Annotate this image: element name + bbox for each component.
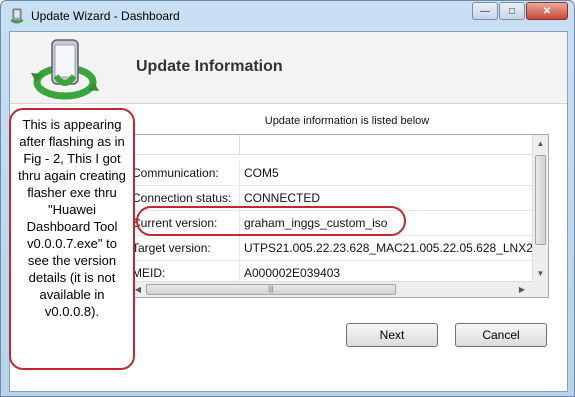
current-version-highlight xyxy=(136,206,406,236)
header-band xyxy=(10,32,567,104)
list-item-target-version[interactable]: Target version: UTPS21.005.22.23.628_MAC… xyxy=(130,236,548,261)
horizontal-scrollbar[interactable]: ◀ ||| ▶ xyxy=(130,281,548,297)
minimize-icon[interactable]: — xyxy=(472,2,498,20)
row-label: Communication: xyxy=(132,161,240,185)
cancel-button[interactable]: Cancel xyxy=(455,323,547,347)
next-button[interactable]: Next xyxy=(346,323,438,347)
row-value: UTPS21.005.22.23.628_MAC21.005.22.05.628… xyxy=(244,241,549,255)
phone-refresh-icon xyxy=(31,39,99,100)
scroll-up-icon[interactable]: ▲ xyxy=(533,135,548,151)
vertical-scroll-thumb[interactable] xyxy=(535,155,546,245)
scroll-corner xyxy=(532,281,548,297)
annotation-callout: This is appearing after flashing as in F… xyxy=(9,108,135,370)
scroll-right-icon[interactable]: ▶ xyxy=(514,282,530,297)
scroll-down-icon[interactable]: ▼ xyxy=(533,265,548,281)
group-caption: Update information is listed below xyxy=(264,115,430,127)
page-title: Update Information xyxy=(136,58,283,75)
row-value: COM5 xyxy=(244,166,279,180)
vertical-scrollbar[interactable]: ▲ ▼ xyxy=(532,135,548,281)
window-controls: — □ ✕ xyxy=(471,2,568,20)
close-icon[interactable]: ✕ xyxy=(526,2,568,20)
maximize-icon[interactable]: □ xyxy=(499,2,525,20)
list-item-communication[interactable]: Communication: COM5 xyxy=(130,161,534,186)
row-label: Target version: xyxy=(132,236,240,260)
horizontal-scroll-thumb[interactable]: ||| xyxy=(146,284,396,295)
window-title: Update Wizard - Dashboard xyxy=(31,9,180,23)
app-icon xyxy=(10,8,24,24)
title-bar[interactable]: Update Wizard - Dashboard — □ ✕ xyxy=(1,1,574,31)
list-header xyxy=(130,135,534,155)
